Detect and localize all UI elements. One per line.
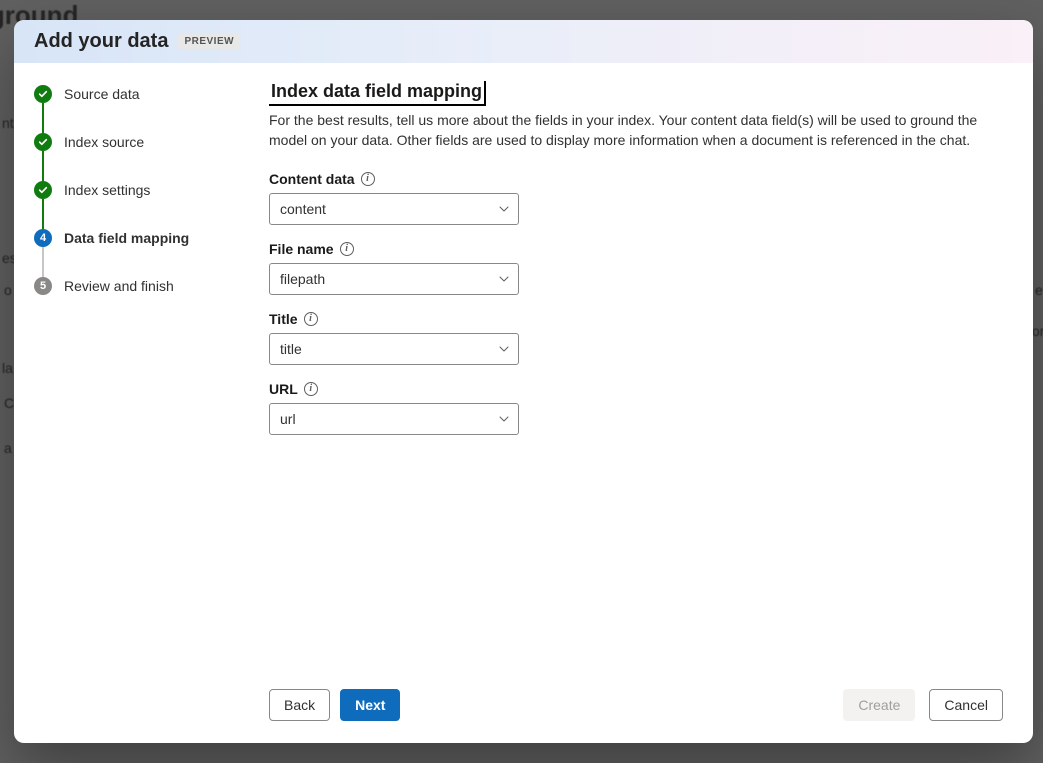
select-value: content — [280, 201, 326, 217]
field-file-name: File name i filepath — [269, 241, 1003, 295]
select-value: filepath — [280, 271, 325, 287]
step-label: Data field mapping — [64, 229, 189, 247]
modal-body: Source data Index source — [14, 63, 1033, 743]
checkmark-icon — [34, 85, 52, 103]
file-name-select[interactable]: filepath — [269, 263, 519, 295]
section-description: For the best results, tell us more about… — [269, 110, 989, 151]
step-number-icon: 4 — [34, 229, 52, 247]
step-review-and-finish[interactable]: 5 Review and finish — [34, 277, 249, 295]
chevron-down-icon — [498, 343, 510, 355]
modal-header: Add your data PREVIEW — [14, 20, 1033, 63]
field-title: Title i title — [269, 311, 1003, 365]
step-index-settings[interactable]: Index settings — [34, 181, 249, 229]
cancel-button[interactable]: Cancel — [929, 689, 1003, 721]
label-text: File name — [269, 241, 334, 257]
modal-content: Index data field mapping For the best re… — [269, 81, 1003, 675]
back-button[interactable]: Back — [269, 689, 330, 721]
step-label: Review and finish — [64, 277, 174, 295]
step-label: Index settings — [64, 181, 150, 199]
preview-badge: PREVIEW — [178, 34, 240, 49]
checkmark-icon — [34, 133, 52, 151]
next-button[interactable]: Next — [340, 689, 400, 721]
step-source-data[interactable]: Source data — [34, 85, 249, 133]
chevron-down-icon — [498, 203, 510, 215]
add-your-data-modal: Add your data PREVIEW Source data — [14, 20, 1033, 743]
section-title: Index data field mapping — [269, 81, 484, 104]
field-label: File name i — [269, 241, 1003, 257]
info-icon[interactable]: i — [361, 172, 375, 186]
label-text: Content data — [269, 171, 355, 187]
create-button: Create — [843, 689, 915, 721]
field-content-data: Content data i content — [269, 171, 1003, 225]
info-icon[interactable]: i — [304, 382, 318, 396]
modal-title: Add your data — [34, 30, 168, 53]
label-text: URL — [269, 381, 298, 397]
label-text: Title — [269, 311, 298, 327]
wizard-steps: Source data Index source — [14, 63, 259, 743]
select-value: title — [280, 341, 302, 357]
modal-main: Index data field mapping For the best re… — [259, 63, 1033, 743]
step-data-field-mapping[interactable]: 4 Data field mapping — [34, 229, 249, 277]
field-label: Title i — [269, 311, 1003, 327]
chevron-down-icon — [498, 413, 510, 425]
field-label: Content data i — [269, 171, 1003, 187]
modal-footer: Back Next Create Cancel — [269, 675, 1003, 743]
chevron-down-icon — [498, 273, 510, 285]
field-url: URL i url — [269, 381, 1003, 435]
step-label: Source data — [64, 85, 140, 103]
step-label: Index source — [64, 133, 144, 151]
field-label: URL i — [269, 381, 1003, 397]
step-connector — [42, 247, 44, 277]
info-icon[interactable]: i — [304, 312, 318, 326]
content-data-select[interactable]: content — [269, 193, 519, 225]
step-connector — [42, 103, 44, 133]
step-connector — [42, 151, 44, 181]
select-value: url — [280, 411, 296, 427]
checkmark-icon — [34, 181, 52, 199]
step-number-icon: 5 — [34, 277, 52, 295]
info-icon[interactable]: i — [340, 242, 354, 256]
url-select[interactable]: url — [269, 403, 519, 435]
step-index-source[interactable]: Index source — [34, 133, 249, 181]
title-select[interactable]: title — [269, 333, 519, 365]
step-connector — [42, 199, 44, 229]
